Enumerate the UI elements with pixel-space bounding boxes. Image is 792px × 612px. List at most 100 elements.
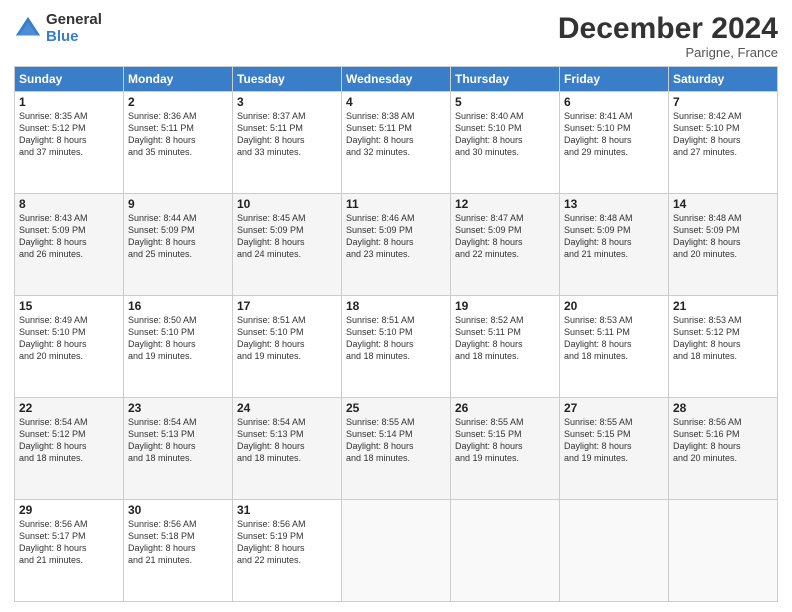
calendar-cell: 5Sunrise: 8:40 AMSunset: 5:10 PMDaylight…: [451, 92, 560, 194]
day-number: 4: [346, 95, 446, 109]
calendar-cell: 20Sunrise: 8:53 AMSunset: 5:11 PMDayligh…: [560, 296, 669, 398]
calendar-cell: 28Sunrise: 8:56 AMSunset: 5:16 PMDayligh…: [669, 398, 778, 500]
day-number: 8: [19, 197, 119, 211]
day-number: 9: [128, 197, 228, 211]
cell-text: Sunrise: 8:54 AMSunset: 5:13 PMDaylight:…: [237, 416, 337, 465]
logo-text: General Blue: [46, 12, 102, 45]
calendar-cell: 25Sunrise: 8:55 AMSunset: 5:14 PMDayligh…: [342, 398, 451, 500]
calendar: SundayMondayTuesdayWednesdayThursdayFrid…: [14, 66, 778, 602]
logo-blue: Blue: [46, 29, 102, 46]
cell-text: Sunrise: 8:52 AMSunset: 5:11 PMDaylight:…: [455, 314, 555, 363]
calendar-cell: 24Sunrise: 8:54 AMSunset: 5:13 PMDayligh…: [233, 398, 342, 500]
calendar-cell: 27Sunrise: 8:55 AMSunset: 5:15 PMDayligh…: [560, 398, 669, 500]
day-number: 23: [128, 401, 228, 415]
calendar-header: SundayMondayTuesdayWednesdayThursdayFrid…: [15, 67, 778, 92]
day-number: 20: [564, 299, 664, 313]
day-number: 21: [673, 299, 773, 313]
day-number: 1: [19, 95, 119, 109]
cell-text: Sunrise: 8:56 AMSunset: 5:18 PMDaylight:…: [128, 518, 228, 567]
day-number: 11: [346, 197, 446, 211]
logo: General Blue: [14, 12, 102, 45]
calendar-cell: 29Sunrise: 8:56 AMSunset: 5:17 PMDayligh…: [15, 500, 124, 602]
cell-text: Sunrise: 8:55 AMSunset: 5:14 PMDaylight:…: [346, 416, 446, 465]
day-number: 12: [455, 197, 555, 211]
day-number: 17: [237, 299, 337, 313]
calendar-week-row: 8Sunrise: 8:43 AMSunset: 5:09 PMDaylight…: [15, 194, 778, 296]
cell-text: Sunrise: 8:37 AMSunset: 5:11 PMDaylight:…: [237, 110, 337, 159]
day-number: 30: [128, 503, 228, 517]
month-title: December 2024: [558, 12, 778, 45]
calendar-cell: 23Sunrise: 8:54 AMSunset: 5:13 PMDayligh…: [124, 398, 233, 500]
calendar-cell: 3Sunrise: 8:37 AMSunset: 5:11 PMDaylight…: [233, 92, 342, 194]
calendar-cell: 4Sunrise: 8:38 AMSunset: 5:11 PMDaylight…: [342, 92, 451, 194]
day-number: 19: [455, 299, 555, 313]
calendar-cell: 9Sunrise: 8:44 AMSunset: 5:09 PMDaylight…: [124, 194, 233, 296]
calendar-body: 1Sunrise: 8:35 AMSunset: 5:12 PMDaylight…: [15, 92, 778, 602]
calendar-cell: 15Sunrise: 8:49 AMSunset: 5:10 PMDayligh…: [15, 296, 124, 398]
day-number: 31: [237, 503, 337, 517]
day-number: 2: [128, 95, 228, 109]
calendar-week-row: 1Sunrise: 8:35 AMSunset: 5:12 PMDaylight…: [15, 92, 778, 194]
weekday-header: Saturday: [669, 67, 778, 92]
calendar-cell: 30Sunrise: 8:56 AMSunset: 5:18 PMDayligh…: [124, 500, 233, 602]
day-number: 29: [19, 503, 119, 517]
location: Parigne, France: [558, 45, 778, 60]
calendar-cell: 26Sunrise: 8:55 AMSunset: 5:15 PMDayligh…: [451, 398, 560, 500]
cell-text: Sunrise: 8:56 AMSunset: 5:17 PMDaylight:…: [19, 518, 119, 567]
logo-icon: [14, 15, 42, 43]
cell-text: Sunrise: 8:56 AMSunset: 5:19 PMDaylight:…: [237, 518, 337, 567]
cell-text: Sunrise: 8:51 AMSunset: 5:10 PMDaylight:…: [237, 314, 337, 363]
cell-text: Sunrise: 8:45 AMSunset: 5:09 PMDaylight:…: [237, 212, 337, 261]
weekday-header: Thursday: [451, 67, 560, 92]
calendar-cell: [560, 500, 669, 602]
weekday-header: Monday: [124, 67, 233, 92]
calendar-cell: 8Sunrise: 8:43 AMSunset: 5:09 PMDaylight…: [15, 194, 124, 296]
day-number: 6: [564, 95, 664, 109]
calendar-week-row: 15Sunrise: 8:49 AMSunset: 5:10 PMDayligh…: [15, 296, 778, 398]
cell-text: Sunrise: 8:53 AMSunset: 5:11 PMDaylight:…: [564, 314, 664, 363]
day-number: 16: [128, 299, 228, 313]
cell-text: Sunrise: 8:55 AMSunset: 5:15 PMDaylight:…: [564, 416, 664, 465]
cell-text: Sunrise: 8:51 AMSunset: 5:10 PMDaylight:…: [346, 314, 446, 363]
calendar-cell: 11Sunrise: 8:46 AMSunset: 5:09 PMDayligh…: [342, 194, 451, 296]
calendar-cell: [669, 500, 778, 602]
cell-text: Sunrise: 8:43 AMSunset: 5:09 PMDaylight:…: [19, 212, 119, 261]
weekday-header: Wednesday: [342, 67, 451, 92]
calendar-cell: 1Sunrise: 8:35 AMSunset: 5:12 PMDaylight…: [15, 92, 124, 194]
day-number: 10: [237, 197, 337, 211]
cell-text: Sunrise: 8:35 AMSunset: 5:12 PMDaylight:…: [19, 110, 119, 159]
day-number: 7: [673, 95, 773, 109]
calendar-cell: 6Sunrise: 8:41 AMSunset: 5:10 PMDaylight…: [560, 92, 669, 194]
cell-text: Sunrise: 8:41 AMSunset: 5:10 PMDaylight:…: [564, 110, 664, 159]
calendar-cell: 31Sunrise: 8:56 AMSunset: 5:19 PMDayligh…: [233, 500, 342, 602]
cell-text: Sunrise: 8:44 AMSunset: 5:09 PMDaylight:…: [128, 212, 228, 261]
calendar-cell: 17Sunrise: 8:51 AMSunset: 5:10 PMDayligh…: [233, 296, 342, 398]
cell-text: Sunrise: 8:50 AMSunset: 5:10 PMDaylight:…: [128, 314, 228, 363]
cell-text: Sunrise: 8:48 AMSunset: 5:09 PMDaylight:…: [564, 212, 664, 261]
cell-text: Sunrise: 8:36 AMSunset: 5:11 PMDaylight:…: [128, 110, 228, 159]
cell-text: Sunrise: 8:48 AMSunset: 5:09 PMDaylight:…: [673, 212, 773, 261]
cell-text: Sunrise: 8:54 AMSunset: 5:12 PMDaylight:…: [19, 416, 119, 465]
day-number: 13: [564, 197, 664, 211]
weekday-header: Sunday: [15, 67, 124, 92]
calendar-cell: 13Sunrise: 8:48 AMSunset: 5:09 PMDayligh…: [560, 194, 669, 296]
day-number: 27: [564, 401, 664, 415]
cell-text: Sunrise: 8:49 AMSunset: 5:10 PMDaylight:…: [19, 314, 119, 363]
calendar-cell: 16Sunrise: 8:50 AMSunset: 5:10 PMDayligh…: [124, 296, 233, 398]
calendar-cell: 10Sunrise: 8:45 AMSunset: 5:09 PMDayligh…: [233, 194, 342, 296]
top-bar: General Blue December 2024 Parigne, Fran…: [14, 12, 778, 60]
day-number: 15: [19, 299, 119, 313]
cell-text: Sunrise: 8:53 AMSunset: 5:12 PMDaylight:…: [673, 314, 773, 363]
weekday-row: SundayMondayTuesdayWednesdayThursdayFrid…: [15, 67, 778, 92]
day-number: 28: [673, 401, 773, 415]
day-number: 14: [673, 197, 773, 211]
day-number: 3: [237, 95, 337, 109]
calendar-cell: 19Sunrise: 8:52 AMSunset: 5:11 PMDayligh…: [451, 296, 560, 398]
calendar-week-row: 29Sunrise: 8:56 AMSunset: 5:17 PMDayligh…: [15, 500, 778, 602]
cell-text: Sunrise: 8:56 AMSunset: 5:16 PMDaylight:…: [673, 416, 773, 465]
calendar-cell: 18Sunrise: 8:51 AMSunset: 5:10 PMDayligh…: [342, 296, 451, 398]
cell-text: Sunrise: 8:42 AMSunset: 5:10 PMDaylight:…: [673, 110, 773, 159]
calendar-cell: 12Sunrise: 8:47 AMSunset: 5:09 PMDayligh…: [451, 194, 560, 296]
day-number: 24: [237, 401, 337, 415]
day-number: 25: [346, 401, 446, 415]
